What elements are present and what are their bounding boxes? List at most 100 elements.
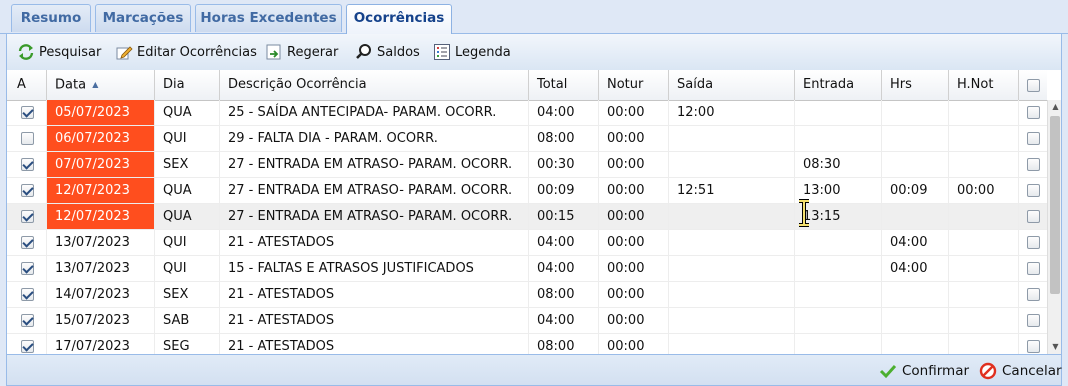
- table-row[interactable]: 15/07/2023 SAB 21 - ATESTADOS 04:00 00:00: [7, 308, 1047, 334]
- row-select-checkbox[interactable]: [1027, 184, 1040, 197]
- saldos-button[interactable]: Saldos: [355, 41, 420, 63]
- cell-entrada: [795, 308, 882, 333]
- table-row[interactable]: 14/07/2023 SEX 21 - ATESTADOS 08:00 00:00: [7, 282, 1047, 308]
- cell-dia: QUI: [155, 126, 220, 151]
- cell-saida: [669, 126, 795, 151]
- row-checkbox[interactable]: [21, 314, 34, 327]
- table-row[interactable]: 13/07/2023 QUI 21 - ATESTADOS 04:00 00:00 04:…: [7, 230, 1047, 256]
- cell-descricao: 21 - ATESTADOS: [220, 282, 529, 307]
- col-header-entrada[interactable]: Entrada: [795, 70, 882, 100]
- scroll-down-arrow-icon[interactable]: ▼: [1048, 340, 1061, 354]
- saldos-label: Saldos: [377, 44, 420, 60]
- row-select-checkbox[interactable]: [1027, 236, 1040, 249]
- table-row[interactable]: 12/07/2023 QUA 27 - ENTRADA EM ATRASO- PAR…: [7, 204, 1047, 230]
- col-header-a[interactable]: A: [7, 70, 47, 100]
- col-header-notur[interactable]: Notur: [599, 70, 669, 100]
- cell-a: [7, 230, 47, 255]
- cell-saida: [669, 334, 795, 354]
- scrollbar-thumb[interactable]: [1050, 116, 1060, 294]
- col-header-hnot[interactable]: H.Not: [949, 70, 1019, 100]
- row-select-checkbox[interactable]: [1027, 158, 1040, 171]
- table-row[interactable]: 17/07/2023 SEG 21 - ATESTADOS 08:00 00:00: [7, 334, 1047, 354]
- cell-select: [1019, 256, 1047, 281]
- cell-saida: 12:51: [669, 178, 795, 203]
- cell-select: [1019, 152, 1047, 177]
- table-row[interactable]: 06/07/2023 QUI 29 - FALTA DIA - PARAM. OCO…: [7, 126, 1047, 152]
- row-checkbox[interactable]: [21, 340, 34, 353]
- cell-hnot: [949, 100, 1019, 125]
- cell-select: [1019, 334, 1047, 354]
- legenda-label: Legenda: [455, 44, 511, 60]
- row-checkbox[interactable]: [21, 184, 34, 197]
- cell-entrada: [795, 126, 882, 151]
- cell-a: [7, 334, 47, 354]
- row-select-checkbox[interactable]: [1027, 106, 1040, 119]
- editar-ocorrencias-button[interactable]: Editar Ocorrências: [115, 41, 257, 63]
- cell-data: 17/07/2023: [47, 334, 155, 354]
- tab-bar: Resumo Marcações Horas Excedentes Ocorrê…: [0, 0, 1068, 34]
- legenda-button[interactable]: Legenda: [433, 41, 511, 63]
- cell-entrada: [795, 282, 882, 307]
- cell-select: [1019, 230, 1047, 255]
- regerar-button[interactable]: Regerar: [265, 41, 338, 63]
- cell-data: 06/07/2023: [47, 126, 155, 151]
- cell-data: 12/07/2023: [47, 178, 155, 203]
- table-row[interactable]: 05/07/2023 QUA 25 - SAÍDA ANTECIPADA- PARA…: [7, 100, 1047, 126]
- col-header-descricao[interactable]: Descrição Ocorrência: [220, 70, 529, 100]
- cell-a: [7, 152, 47, 177]
- sort-ascending-icon: ▲: [92, 80, 99, 89]
- table-row[interactable]: 07/07/2023 SEX 27 - ENTRADA EM ATRASO- PAR…: [7, 152, 1047, 178]
- row-checkbox[interactable]: [21, 236, 34, 249]
- pesquisar-button[interactable]: Pesquisar: [17, 41, 101, 63]
- cell-data: 13/07/2023: [47, 256, 155, 281]
- row-checkbox[interactable]: [21, 262, 34, 275]
- col-header-select: [1019, 70, 1047, 100]
- cell-hnot: [949, 204, 1019, 229]
- confirmar-button[interactable]: Confirmar: [879, 360, 969, 382]
- cell-hrs: [882, 152, 949, 177]
- cell-notur: 00:00: [599, 230, 669, 255]
- table-row[interactable]: 12/07/2023 QUA 27 - ENTRADA EM ATRASO- PAR…: [7, 178, 1047, 204]
- row-select-checkbox[interactable]: [1027, 262, 1040, 275]
- row-select-checkbox[interactable]: [1027, 132, 1040, 145]
- row-select-checkbox[interactable]: [1027, 314, 1040, 327]
- text-cursor-icon: [799, 199, 809, 227]
- col-header-saida[interactable]: Saída: [669, 70, 795, 100]
- vertical-scrollbar[interactable]: ▲ ▼: [1047, 100, 1061, 354]
- cell-total: 00:09: [529, 178, 599, 203]
- col-header-total[interactable]: Total: [529, 70, 599, 100]
- table-row[interactable]: 13/07/2023 QUI 15 - FALTAS E ATRASOS JUSTI…: [7, 256, 1047, 282]
- cancelar-button[interactable]: Cancelar: [979, 360, 1062, 382]
- cell-hrs: [882, 204, 949, 229]
- cell-total: 08:00: [529, 282, 599, 307]
- cell-total: 04:00: [529, 230, 599, 255]
- row-checkbox[interactable]: [21, 210, 34, 223]
- edit-pencil-icon: [116, 46, 133, 60]
- col-header-data[interactable]: Data ▲: [47, 70, 155, 100]
- tab-horas-excedentes[interactable]: Horas Excedentes: [195, 4, 342, 32]
- tab-marcacoes[interactable]: Marcações: [95, 4, 191, 32]
- select-all-checkbox[interactable]: [1027, 79, 1040, 92]
- row-checkbox[interactable]: [21, 158, 34, 171]
- cell-a: [7, 256, 47, 281]
- row-select-checkbox[interactable]: [1027, 288, 1040, 301]
- col-header-hrs[interactable]: Hrs: [882, 70, 949, 100]
- row-select-checkbox[interactable]: [1027, 340, 1040, 353]
- row-select-checkbox[interactable]: [1027, 210, 1040, 223]
- tab-ocorrencias[interactable]: Ocorrências: [346, 4, 452, 34]
- cell-hrs: [882, 308, 949, 333]
- cell-descricao: 21 - ATESTADOS: [220, 308, 529, 333]
- cell-total: 04:00: [529, 100, 599, 125]
- cell-data: 07/07/2023: [47, 152, 155, 177]
- tab-resumo[interactable]: Resumo: [11, 4, 91, 32]
- row-checkbox[interactable]: [21, 132, 34, 145]
- regenerate-icon: [266, 44, 281, 60]
- cell-total: 04:00: [529, 256, 599, 281]
- cell-hnot: [949, 308, 1019, 333]
- cell-dia: QUI: [155, 230, 220, 255]
- cell-descricao: 15 - FALTAS E ATRASOS JUSTIFICADOS: [220, 256, 529, 281]
- scroll-up-arrow-icon[interactable]: ▲: [1048, 100, 1061, 114]
- row-checkbox[interactable]: [21, 106, 34, 119]
- col-header-dia[interactable]: Dia: [155, 70, 220, 100]
- row-checkbox[interactable]: [21, 288, 34, 301]
